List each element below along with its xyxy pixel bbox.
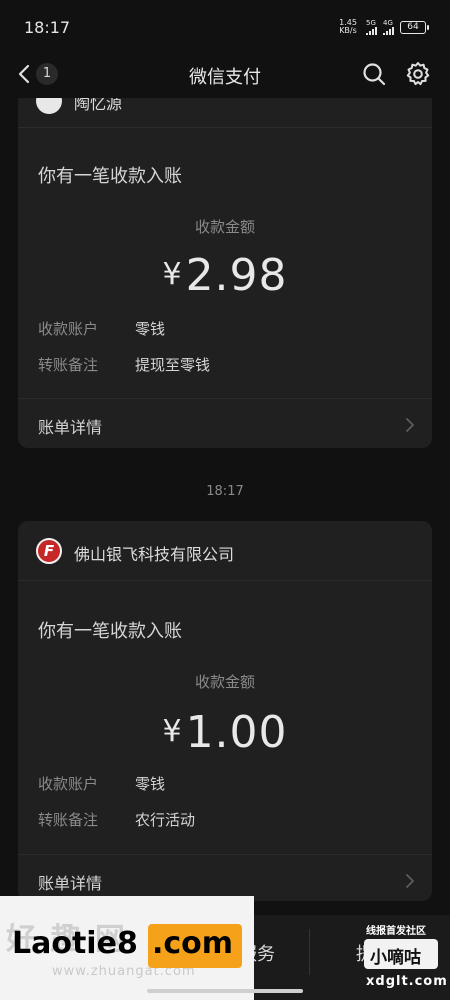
chevron-right-icon: [406, 874, 414, 888]
merchant-logo: F: [36, 538, 62, 564]
watermark-badge: 小嘀咕: [364, 939, 438, 969]
amount-value: ¥2.98: [162, 250, 288, 301]
payment-message-card[interactable]: 陶忆源 你有一笔收款入账 收款金额 ¥2.98 收款账户 零钱 转账备注 提现至…: [18, 98, 432, 448]
watermark-xdglt: 线报首发社区 小嘀咕 xdglt.com: [360, 922, 448, 992]
merchant-logo: [36, 98, 62, 114]
gear-icon[interactable]: [404, 60, 432, 88]
bill-detail-label: 账单详情: [38, 874, 103, 893]
network-speed: 1.45 KB/s: [339, 18, 357, 35]
watermark-main-text: Laotie8: [12, 926, 138, 961]
account-value: 零钱: [135, 320, 166, 338]
message-timestamp: 18:17: [206, 484, 244, 499]
remark-label: 转账备注: [38, 811, 99, 829]
amount-label: 收款金额: [194, 673, 255, 691]
merchant-header[interactable]: 陶忆源: [18, 98, 432, 128]
bill-detail-link[interactable]: 账单详情: [18, 398, 432, 448]
merchant-header[interactable]: F 佛山银飞科技有限公司: [18, 521, 432, 581]
watermark-laotie8: 好 趣 网 www.zhuangat.com Laotie8 .com: [0, 896, 254, 1000]
merchant-name: 佛山银飞科技有限公司: [74, 545, 235, 564]
status-bar: 18:17 1.45 KB/s 5G 4G 64: [0, 0, 450, 52]
amount-label: 收款金额: [194, 218, 255, 236]
signal-5g-icon: 5G: [366, 19, 377, 35]
watermark-com-badge: .com: [148, 924, 242, 968]
search-icon[interactable]: [361, 61, 387, 87]
status-time: 18:17: [24, 18, 71, 37]
home-indicator[interactable]: [147, 989, 303, 993]
status-indicators: 1.45 KB/s 5G 4G 64: [336, 18, 429, 35]
battery-icon: 64: [400, 20, 429, 34]
remark-label: 转账备注: [38, 356, 99, 374]
watermark-tagline: 线报首发社区: [366, 926, 426, 937]
notice-text: 你有一笔收款入账: [38, 166, 182, 187]
chevron-right-icon: [406, 418, 414, 432]
notice-text: 你有一笔收款入账: [38, 621, 182, 642]
account-value: 零钱: [135, 775, 166, 793]
account-label: 收款账户: [38, 775, 99, 793]
nav-bar: 1 微信支付: [0, 52, 450, 98]
bill-detail-link[interactable]: 账单详情: [18, 854, 432, 901]
remark-value: 提现至零钱: [135, 356, 211, 374]
remark-value: 农行活动: [135, 811, 196, 829]
account-label: 收款账户: [38, 320, 99, 338]
bill-detail-label: 账单详情: [38, 418, 103, 437]
watermark-url: xdglt.com: [366, 974, 448, 989]
payment-message-card[interactable]: F 佛山银飞科技有限公司 你有一笔收款入账 收款金额 ¥1.00 收款账户 零钱…: [18, 521, 432, 901]
merchant-name: 陶忆源: [74, 98, 123, 113]
amount-value: ¥1.00: [162, 707, 288, 758]
signal-4g-icon: 4G: [383, 19, 394, 35]
